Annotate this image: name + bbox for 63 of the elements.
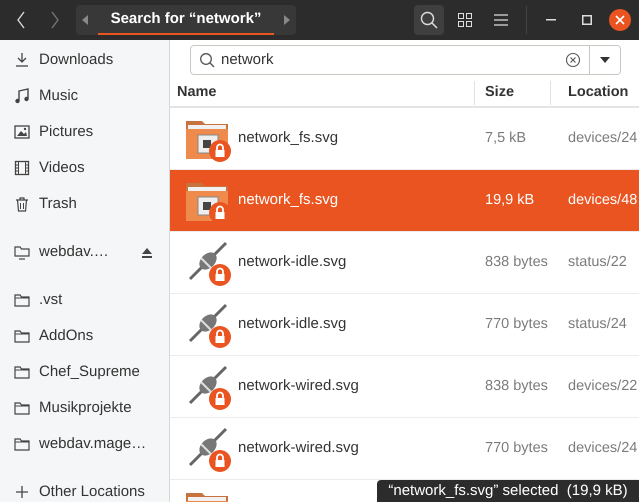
sidebar-item[interactable]: Videos [0,150,169,186]
sidebar-item[interactable]: webdav.… [0,234,169,270]
right-triangle-icon [284,15,290,25]
file-name: network-idle.svg [238,314,346,334]
eject-icon[interactable] [141,246,153,258]
grid-icon [458,13,472,27]
file-location: devices/24 [567,438,638,458]
file-location: devices/48 [567,190,638,210]
file-location: status/22 [567,252,628,272]
caret-icon [600,57,610,63]
status-bar: “network_fs.svg” selected (19,9 kB) [377,480,639,502]
folder-icon [14,400,30,416]
sidebar-item[interactable]: Musikprojekte [0,390,169,426]
close-button[interactable] [609,9,631,31]
folder-icon [14,364,30,380]
file-location: status/24 [567,314,628,334]
file-location: devices/22 [567,376,638,396]
column-header[interactable]: Location [550,81,639,105]
sidebar-item[interactable]: .vst [0,282,169,318]
search-icon [199,52,215,68]
sidebar-item[interactable]: Downloads [0,42,169,78]
folder-icon [14,328,30,344]
maximize-icon [582,15,592,25]
sidebar-item[interactable]: Music [0,78,169,114]
folder-icon [14,292,30,308]
file-size: 770 bytes [484,314,549,334]
file-name: network-wired.svg [238,438,359,458]
search-button[interactable] [414,5,444,35]
minimize-icon [546,19,556,21]
file-name: network_fs.svg [238,128,338,148]
sidebar-item[interactable]: Chef_Supreme [0,354,169,390]
folder-icon [14,436,30,452]
search-field[interactable]: network [190,45,590,75]
file-name: network_fs.svg [238,190,338,210]
music-note-icon [14,88,30,104]
file-size: 7,5 kB [484,128,528,148]
sidebar-item[interactable]: Other Locations [0,474,169,502]
sidebar-item[interactable]: webdav.mage… [0,426,169,462]
file-row[interactable]: network_fs.svg 19,9 kB devices/48 [170,170,639,232]
trash-icon [14,196,30,212]
left-triangle-icon [82,15,88,25]
picture-icon [14,124,30,140]
file-location: devices/24 [567,128,638,148]
column-header[interactable]: Name [170,81,474,105]
download-icon [14,52,30,68]
file-size: 838 bytes [484,376,549,396]
menu-icon [494,14,508,26]
file-size: 19,9 kB [484,190,536,210]
sidebar-item[interactable]: Trash [0,186,169,222]
file-size: 838 bytes [484,252,549,272]
dropdown-button[interactable] [590,45,621,75]
film-icon [14,160,30,176]
drive-folder-icon [14,244,30,260]
search-icon [420,11,438,29]
file-name: network-wired.svg [238,376,359,396]
file-size: 770 bytes [484,438,549,458]
plus-icon [14,484,30,500]
column-header[interactable]: Size [474,81,550,105]
file-name: network-idle.svg [238,252,346,272]
close-icon [615,15,625,25]
sidebar-item[interactable]: AddOns [0,318,169,354]
sidebar-item[interactable]: Pictures [0,114,169,150]
clear-icon [565,52,581,68]
